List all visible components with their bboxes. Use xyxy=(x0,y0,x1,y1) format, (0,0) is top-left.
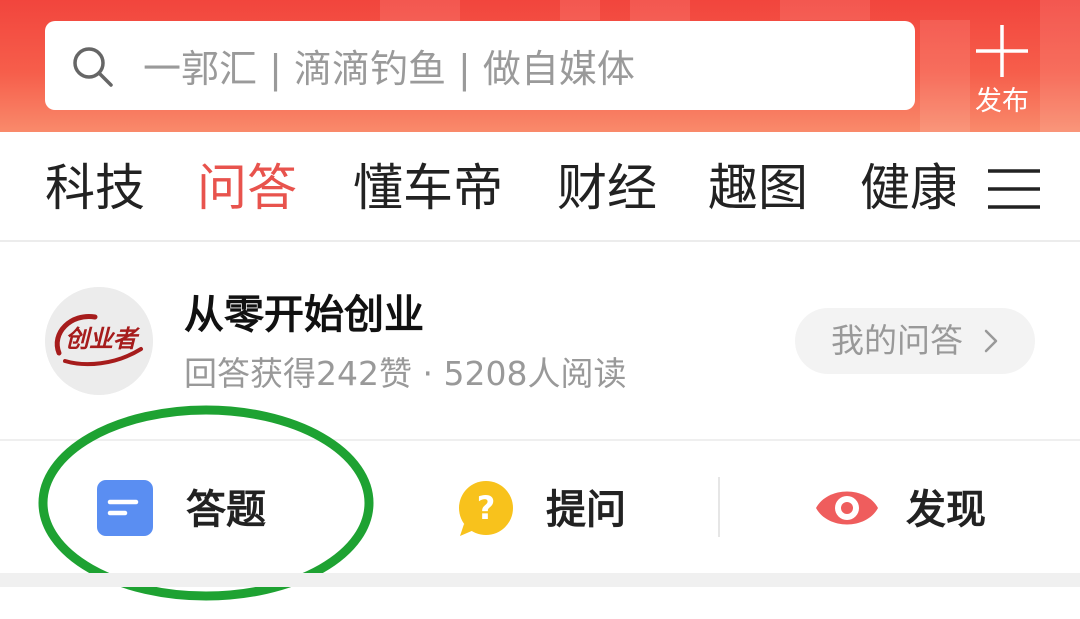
tab-qa[interactable]: 问答 xyxy=(197,158,297,218)
avatar-logo-icon: 创业者 xyxy=(45,287,153,395)
search-placeholder[interactable]: 一郭汇 | 滴滴钓鱼 | 做自媒体 xyxy=(143,44,635,94)
ask-label: 提问 xyxy=(546,487,626,533)
svg-text:创业者: 创业者 xyxy=(65,326,140,353)
channel-tab-bar: 科技 问答 懂车帝 财经 趣图 健康 xyxy=(0,132,1080,242)
skyline-decoration xyxy=(1040,0,1080,132)
discover-label: 发现 xyxy=(906,487,986,533)
skyline-decoration xyxy=(630,0,690,22)
question-bubble-icon: ? xyxy=(459,481,513,536)
tab-dongchedi[interactable]: 懂车帝 xyxy=(353,158,503,218)
answer-button[interactable]: 答题 xyxy=(96,470,296,550)
svg-text:?: ? xyxy=(477,489,496,527)
tab-tech[interactable]: 科技 xyxy=(45,158,145,218)
skyline-decoration xyxy=(380,0,460,22)
discover-button[interactable]: 发现 xyxy=(814,470,1014,550)
publish-button[interactable]: 发布 xyxy=(960,18,1044,118)
top-header: 一郭汇 | 滴滴钓鱼 | 做自媒体 发布 xyxy=(0,0,1080,132)
my-qa-label: 我的问答 xyxy=(831,321,963,360)
action-divider xyxy=(718,477,720,537)
publish-label: 发布 xyxy=(975,86,1029,117)
chevron-right-icon xyxy=(984,329,998,353)
skyline-decoration xyxy=(780,0,870,20)
ask-button[interactable]: ? 提问 xyxy=(456,470,656,550)
skyline-decoration xyxy=(560,0,600,20)
section-divider xyxy=(0,439,1080,441)
profile-name: 从零开始创业 xyxy=(184,292,424,338)
plus-icon xyxy=(976,25,1028,77)
answer-doc-icon xyxy=(97,480,153,536)
tab-finance[interactable]: 财经 xyxy=(557,158,657,218)
eye-icon xyxy=(816,491,878,525)
answer-label: 答题 xyxy=(186,487,266,533)
my-qa-button[interactable]: 我的问答 xyxy=(795,308,1035,374)
bottom-separator-band xyxy=(0,573,1080,587)
search-icon xyxy=(73,47,113,87)
tab-fun-pics[interactable]: 趣图 xyxy=(708,158,808,218)
hamburger-menu-icon[interactable] xyxy=(988,168,1040,210)
profile-stats: 回答获得242赞 · 5208人阅读 xyxy=(184,354,627,393)
tab-health[interactable]: 健康 xyxy=(860,158,960,218)
avatar[interactable]: 创业者 xyxy=(45,287,153,395)
